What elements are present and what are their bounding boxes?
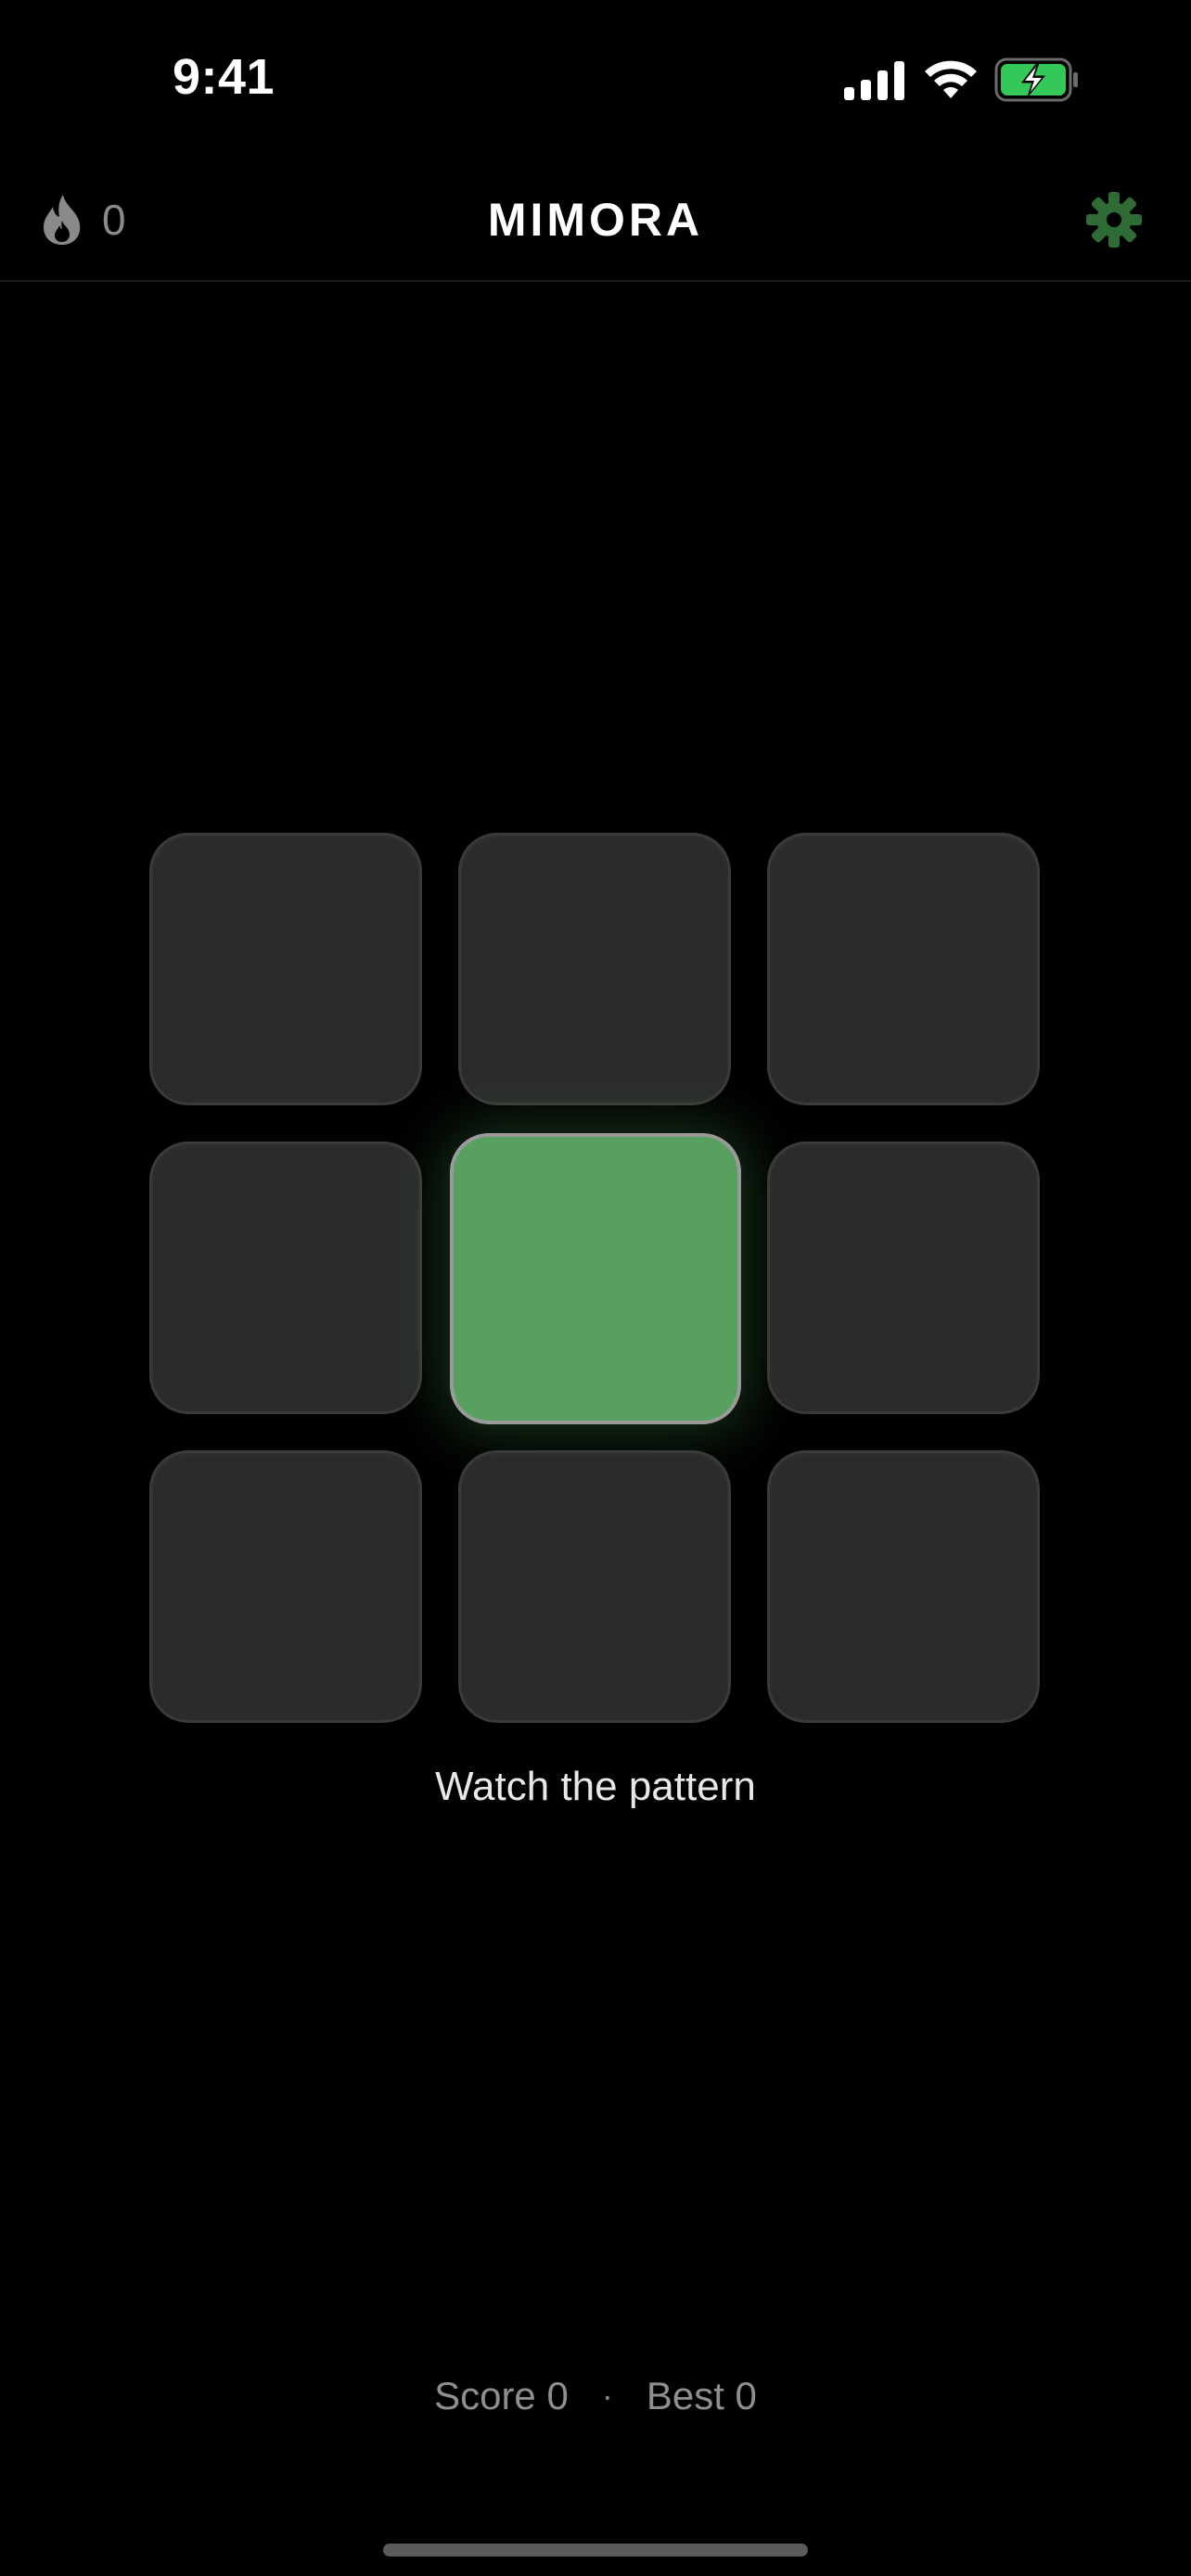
signal-icon: [844, 61, 904, 100]
tile-6[interactable]: [767, 1141, 1040, 1414]
tile-4[interactable]: [149, 1141, 422, 1414]
memory-grid: [149, 833, 1042, 1725]
score-line: Score 0 · Best 0: [0, 2374, 1191, 2418]
app-header: 0 MIMORA: [0, 158, 1191, 282]
score-separator: ·: [601, 2377, 613, 2415]
gear-icon: [1086, 192, 1142, 248]
tile-9[interactable]: [767, 1450, 1040, 1723]
status-time: 9:41: [173, 49, 275, 105]
status-bar: 9:41: [0, 0, 1191, 158]
tile-3[interactable]: [767, 833, 1040, 1105]
tile-5-lit[interactable]: [450, 1133, 741, 1424]
tile-2[interactable]: [458, 833, 731, 1105]
instruction-text: Watch the pattern: [435, 1764, 756, 1809]
wifi-icon: [925, 60, 977, 98]
score-label: Score 0: [434, 2374, 569, 2417]
settings-button[interactable]: [1082, 187, 1146, 252]
best-label: Best 0: [646, 2374, 757, 2417]
tile-7[interactable]: [149, 1450, 422, 1723]
battery-charging-icon: [994, 57, 1078, 102]
app-title: MIMORA: [487, 194, 704, 246]
tile-8[interactable]: [458, 1450, 731, 1723]
tile-1[interactable]: [149, 833, 422, 1105]
home-indicator[interactable]: [383, 2544, 808, 2557]
